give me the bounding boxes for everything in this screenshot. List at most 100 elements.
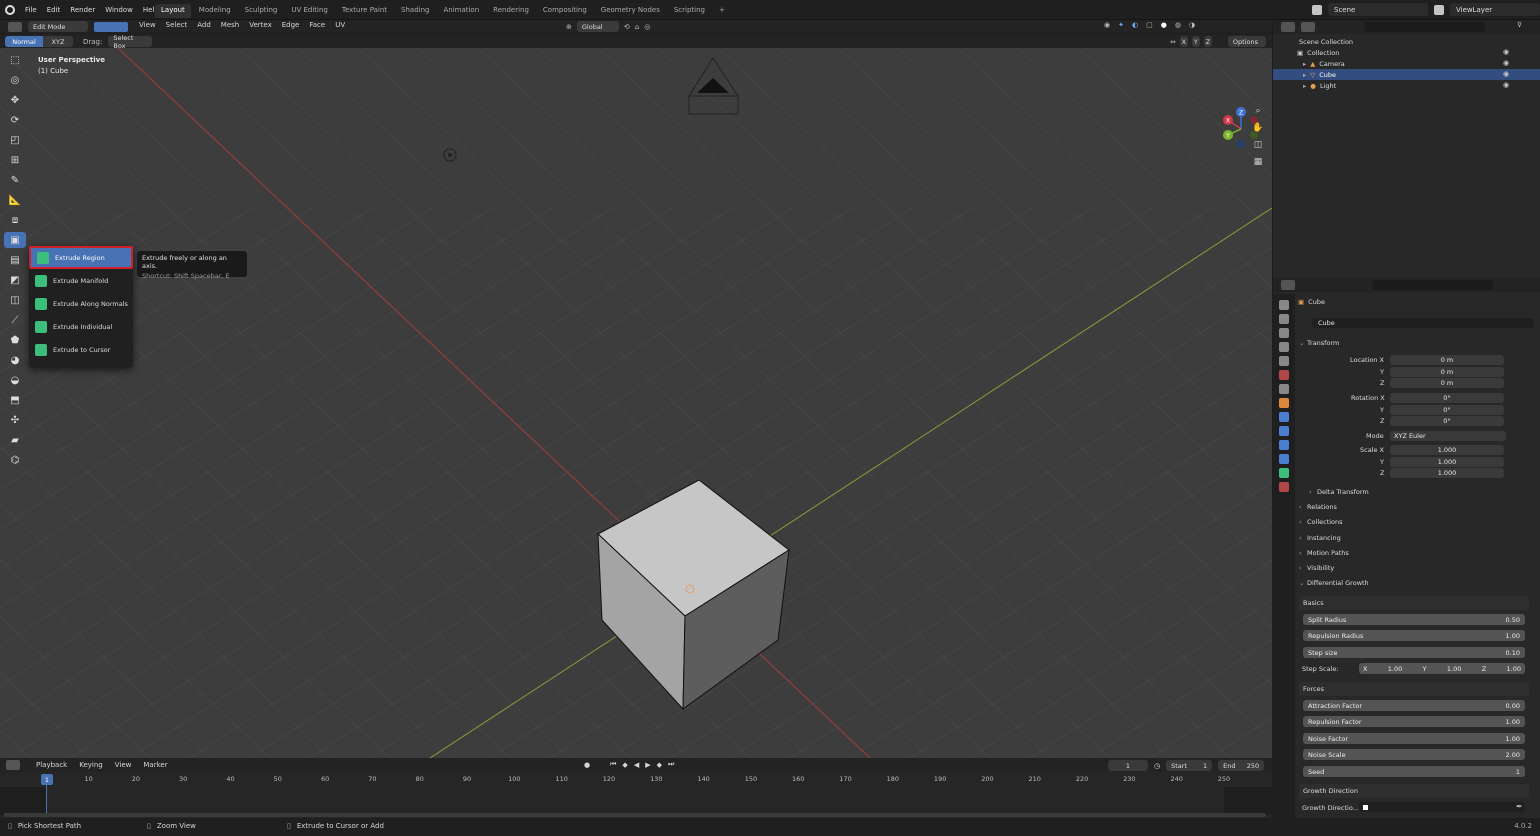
outliner-display-mode-icon[interactable] bbox=[1301, 22, 1315, 32]
mirror-y-toggle[interactable]: Y bbox=[1191, 36, 1200, 47]
scale-tool[interactable]: ◰ bbox=[4, 132, 26, 148]
outliner-row-light[interactable]: ▸ ● Light bbox=[1273, 80, 1540, 91]
split-radius-slider[interactable]: Split Radius 0.50 bbox=[1303, 614, 1525, 625]
scene-tab-icon[interactable] bbox=[1279, 356, 1289, 366]
noise-scale-slider[interactable]: Noise Scale 2.00 bbox=[1303, 749, 1525, 760]
menu-file[interactable]: File bbox=[20, 6, 42, 14]
camera-object[interactable] bbox=[688, 57, 739, 115]
add-cube-tool[interactable]: ⧈ bbox=[4, 212, 26, 228]
step-size-slider[interactable]: Step size 0.10 bbox=[1303, 647, 1525, 658]
tab-texture-paint[interactable]: Texture Paint bbox=[336, 4, 393, 18]
timeline-editor-icon[interactable] bbox=[6, 760, 20, 770]
properties-search-input[interactable] bbox=[1373, 280, 1493, 290]
menu-edit[interactable]: Edit bbox=[42, 6, 66, 14]
menu-render[interactable]: Render bbox=[65, 6, 100, 14]
gizmo-icon[interactable]: ✦ bbox=[1118, 21, 1124, 29]
tab-shading[interactable]: Shading bbox=[395, 4, 435, 18]
outliner-row-cube[interactable]: ▸ ▽ Cube bbox=[1273, 69, 1540, 80]
growth-direction-field[interactable] bbox=[1359, 802, 1525, 812]
cube-mesh[interactable] bbox=[597, 479, 790, 711]
material-tab-icon[interactable] bbox=[1279, 482, 1289, 492]
tab-sculpting[interactable]: Sculpting bbox=[239, 4, 284, 18]
menu-marker[interactable]: Marker bbox=[137, 761, 173, 769]
physics-tab-icon[interactable] bbox=[1279, 440, 1289, 450]
tab-modeling[interactable]: Modeling bbox=[193, 4, 237, 18]
annotate-tool[interactable]: ✎ bbox=[4, 172, 26, 188]
playhead[interactable]: 1 bbox=[41, 774, 53, 785]
panel-instancing[interactable]: › Instancing bbox=[1299, 534, 1341, 542]
tab-animation[interactable]: Animation bbox=[437, 4, 485, 18]
vp-menu-mesh[interactable]: Mesh bbox=[216, 21, 244, 29]
tab-uv-editing[interactable]: UV Editing bbox=[285, 4, 334, 18]
rotation-z-field[interactable]: 0° bbox=[1390, 416, 1504, 426]
output-tab-icon[interactable] bbox=[1279, 328, 1289, 338]
data-tab-icon[interactable] bbox=[1279, 468, 1289, 478]
vp-menu-uv[interactable]: UV bbox=[330, 21, 350, 29]
scale-y-field[interactable]: 1.000 bbox=[1390, 457, 1504, 467]
rotation-x-field[interactable]: 0° bbox=[1390, 393, 1504, 403]
extrude-individual-item[interactable]: Extrude Individual bbox=[29, 315, 133, 338]
pivot-icon[interactable]: ⟲ bbox=[624, 23, 630, 31]
timeline-scrollbar[interactable] bbox=[4, 813, 1266, 817]
loop-cut-tool[interactable]: ◫ bbox=[4, 292, 26, 308]
jump-start-icon[interactable]: ⏮ bbox=[610, 760, 616, 769]
clock-icon[interactable]: ◷ bbox=[1154, 762, 1160, 770]
menu-window[interactable]: Window bbox=[100, 6, 138, 14]
jump-end-icon[interactable]: ⏭ bbox=[668, 760, 674, 769]
attraction-factor-slider[interactable]: Attraction Factor 0.00 bbox=[1303, 700, 1525, 711]
panel-motion-paths[interactable]: › Motion Paths bbox=[1299, 549, 1349, 557]
mode-dropdown[interactable]: Edit Mode bbox=[28, 21, 88, 32]
add-workspace-button[interactable]: + bbox=[713, 4, 731, 18]
orientation-xyz-button[interactable]: XYZ bbox=[43, 36, 73, 47]
options-dropdown[interactable]: Options bbox=[1227, 36, 1266, 47]
eye-icon[interactable]: ◉ bbox=[1503, 48, 1509, 56]
scale-x-field[interactable]: 1.000 bbox=[1390, 445, 1504, 455]
eye-icon[interactable]: ◉ bbox=[1503, 81, 1509, 89]
pan-hand-icon[interactable]: ✋ bbox=[1251, 121, 1265, 135]
scene-selector[interactable]: Scene bbox=[1328, 3, 1428, 16]
shading-solid-icon[interactable]: ● bbox=[1161, 21, 1167, 29]
rotation-y-field[interactable]: 0° bbox=[1390, 405, 1504, 415]
extrude-manifold-item[interactable]: Extrude Manifold bbox=[29, 269, 133, 292]
rotate-tool[interactable]: ⟳ bbox=[4, 112, 26, 128]
viewlayer-selector[interactable]: ViewLayer bbox=[1450, 3, 1540, 16]
orientation-dropdown[interactable]: Global bbox=[576, 21, 619, 32]
mirror-x-toggle[interactable]: X bbox=[1179, 36, 1188, 47]
rip-region-tool[interactable]: ⌬ bbox=[4, 452, 26, 468]
end-frame-field[interactable]: End 250 bbox=[1218, 760, 1265, 771]
edge-slide-tool[interactable]: ⬒ bbox=[4, 392, 26, 408]
modifiers-tab-icon[interactable] bbox=[1279, 412, 1289, 422]
tab-geometry-nodes[interactable]: Geometry Nodes bbox=[595, 4, 666, 18]
editor-type-icon[interactable] bbox=[8, 21, 22, 32]
menu-playback[interactable]: Playback bbox=[30, 761, 73, 769]
object-tab-icon[interactable] bbox=[1279, 398, 1289, 408]
tab-rendering[interactable]: Rendering bbox=[487, 4, 535, 18]
outliner-row-scene-collection[interactable]: Scene Collection bbox=[1273, 36, 1540, 47]
cursor-tool[interactable]: ◎ bbox=[4, 72, 26, 88]
outliner-search-input[interactable] bbox=[1365, 22, 1485, 32]
tab-layout[interactable]: Layout bbox=[155, 4, 191, 18]
panel-transform[interactable]: ⌄ Transform bbox=[1299, 339, 1339, 347]
select-mode-icons[interactable] bbox=[94, 21, 128, 32]
measure-tool[interactable]: 📐 bbox=[4, 192, 26, 208]
panel-differential-growth[interactable]: ⌄ Differential Growth bbox=[1299, 579, 1369, 587]
render-tab-icon[interactable] bbox=[1279, 314, 1289, 324]
visibility-icon[interactable]: ◉ bbox=[1104, 21, 1110, 29]
tab-compositing[interactable]: Compositing bbox=[537, 4, 593, 18]
drag-dropdown[interactable]: Select Box bbox=[108, 34, 153, 50]
orientation-normal-button[interactable]: Normal bbox=[5, 36, 43, 47]
particles-tab-icon[interactable] bbox=[1279, 426, 1289, 436]
play-icon[interactable]: ▶ bbox=[645, 761, 650, 769]
noise-factor-slider[interactable]: Noise Factor 1.00 bbox=[1303, 733, 1525, 744]
mirror-z-toggle[interactable]: Z bbox=[1203, 36, 1212, 47]
panel-delta-transform[interactable]: › Delta Transform bbox=[1309, 488, 1369, 496]
location-z-field[interactable]: 0 m bbox=[1390, 378, 1504, 388]
overlay-icon[interactable]: ◐ bbox=[1132, 21, 1138, 29]
outliner-editor-icon[interactable] bbox=[1281, 22, 1295, 32]
extrude-to-cursor-item[interactable]: Extrude to Cursor bbox=[29, 338, 133, 361]
snap-icon[interactable]: ⌂ bbox=[635, 23, 639, 31]
spin-tool[interactable]: ◕ bbox=[4, 352, 26, 368]
location-y-field[interactable]: 0 m bbox=[1390, 367, 1504, 377]
start-frame-field[interactable]: Start 1 bbox=[1166, 760, 1213, 771]
expand-arrow-icon[interactable]: ▸ bbox=[1303, 60, 1306, 68]
